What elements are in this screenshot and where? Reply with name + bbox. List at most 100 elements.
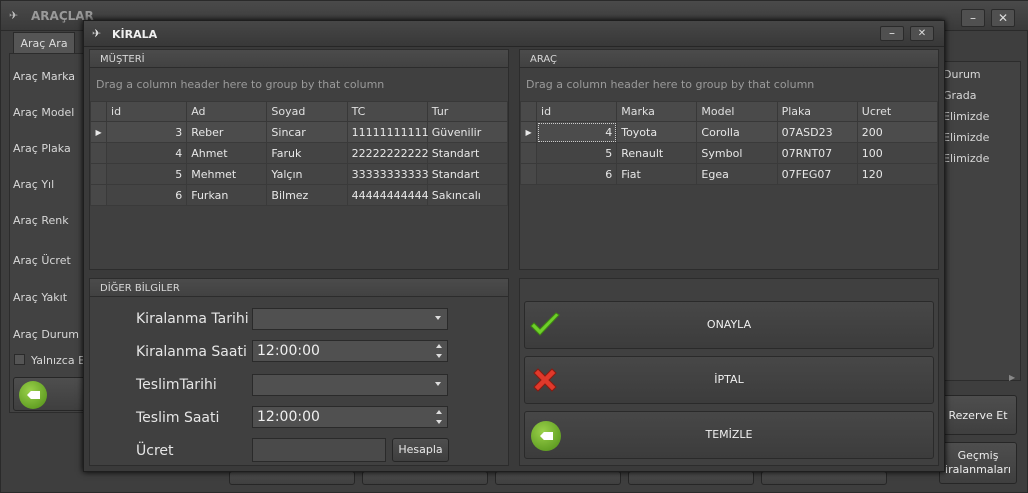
clear-icon [19,381,47,409]
cell-id[interactable]: 5 [536,142,618,164]
cell-model[interactable]: Symbol [696,142,778,164]
teslim-tarihi-label: TeslimTarihi [136,377,217,393]
spin-down-icon[interactable] [436,354,442,358]
ucret-field[interactable] [252,438,386,462]
cell-plaka[interactable]: 07FEG07 [776,163,858,185]
table-row[interactable]: 6 Fiat Egea 07FEG07 120 [519,163,939,185]
bottom-toolbar-button[interactable] [362,471,488,485]
cell-ad[interactable]: Ahmet [186,142,268,164]
reserve-button-label: Rezerve Et [948,409,1008,422]
cell-tur[interactable]: Standart [426,163,509,185]
cell-soyad[interactable]: Sincar [266,121,348,143]
cell-id[interactable]: 3 [106,121,188,143]
dialog-title: KİRALA [112,28,158,41]
column-header[interactable]: Soyad [266,101,348,122]
cell-tur[interactable]: Standart [426,142,509,164]
grid-cell: Elimizde [943,152,990,165]
ucret-label: Ücret [136,443,174,459]
column-header[interactable]: Plaka [776,101,858,122]
column-header[interactable]: Ucret [856,101,939,122]
bottom-toolbar-button[interactable] [761,471,887,485]
bottom-toolbar-button[interactable] [628,471,754,485]
table-row[interactable]: 4 Ahmet Faruk 22222222222 Standart [89,142,509,164]
dialog-close-button[interactable]: ✕ [910,26,934,41]
cell-soyad[interactable]: Bilmez [266,184,348,206]
tab-arac-ara[interactable]: Araç Ara [13,32,75,54]
kiralanma-saati-value: 12:00:00 [257,343,320,359]
cell-tc[interactable]: 44444444444 [346,184,429,206]
column-header[interactable]: Marka [616,101,698,122]
kiralanma-tarihi-picker[interactable] [252,308,448,330]
chevron-down-icon[interactable] [435,316,441,320]
temizle-button[interactable]: TEMİZLE [524,411,934,459]
bottom-toolbar-button[interactable] [229,471,355,485]
table-row[interactable]: ▶ 4 Toyota Corolla 07ASD23 200 [519,121,939,143]
group-by-hint: Drag a column header here to group by th… [96,78,385,91]
clear-search-button[interactable] [13,377,87,411]
field-label: Araç Yakıt [13,291,68,304]
cell-ucret[interactable]: 100 [856,142,939,164]
column-header[interactable]: id [536,101,618,122]
bottom-toolbar-button[interactable] [495,471,621,485]
arac-panel: ARAÇ Drag a column header here to group … [519,49,939,270]
column-header[interactable]: Tur [426,101,509,122]
close-button[interactable]: ✕ [991,9,1015,27]
cell-plaka[interactable]: 07ASD23 [776,121,858,143]
hesapla-button[interactable]: Hesapla [392,438,449,462]
table-row[interactable]: 5 Renault Symbol 07RNT07 100 [519,142,939,164]
cell-tc[interactable]: 22222222222 [346,142,429,164]
cell-marka[interactable]: Toyota [616,121,698,143]
onayla-button[interactable]: ONAYLA [524,301,934,349]
cell-ucret[interactable]: 120 [856,163,939,185]
dialog-minimize-button[interactable]: – [880,26,904,41]
spin-up-icon[interactable] [436,344,442,348]
cell-soyad[interactable]: Faruk [266,142,348,164]
current-row-icon: ▶ [519,121,538,143]
cell-plaka[interactable]: 07RNT07 [776,142,858,164]
kiralanma-saati-label: Kiralanma Saati [136,344,247,360]
kiralanma-saati-spinner[interactable]: 12:00:00 [252,340,448,362]
column-header[interactable]: TC [346,101,428,122]
only-available-checkbox[interactable] [14,354,25,365]
cell-soyad[interactable]: Yalçın [266,163,348,185]
cell-marka[interactable]: Fiat [616,163,698,185]
teslim-saati-spinner[interactable]: 12:00:00 [252,406,448,428]
reserve-button[interactable]: Rezerve Et [939,395,1017,435]
cell-tc[interactable]: 33333333333 [346,163,429,185]
history-button-label-2: iralanmaları [945,463,1011,476]
cell-ad[interactable]: Mehmet [186,163,268,185]
cell-tc[interactable]: 11111111111 [346,121,429,143]
table-row[interactable]: 6 Furkan Bilmez 44444444444 Sakıncalı [89,184,509,206]
cell-tur[interactable]: Sakıncalı [426,184,509,206]
cell-id[interactable]: 4 [536,121,618,143]
cell-ucret[interactable]: 200 [856,121,939,143]
column-header[interactable]: id [106,101,188,122]
chevron-down-icon[interactable] [435,382,441,386]
cell-model[interactable]: Corolla [696,121,778,143]
column-header[interactable]: Model [696,101,778,122]
minimize-button[interactable]: – [961,9,985,27]
column-header[interactable]: Ad [186,101,268,122]
cell-id[interactable]: 5 [106,163,188,185]
history-button[interactable]: Geçmiş iralanmaları [939,442,1017,484]
cell-ad[interactable]: Furkan [186,184,268,206]
cell-id[interactable]: 6 [536,163,618,185]
teslim-tarihi-picker[interactable] [252,374,448,396]
cell-id[interactable]: 4 [106,142,188,164]
row-indicator [519,142,538,164]
cell-marka[interactable]: Renault [616,142,698,164]
group-by-hint: Drag a column header here to group by th… [526,78,815,91]
iptal-button[interactable]: İPTAL [524,356,934,404]
table-row[interactable]: ▶ 3 Reber Sincar 11111111111 Güvenilir [89,121,509,143]
cell-id[interactable]: 6 [106,184,188,206]
cell-tur[interactable]: Güvenilir [426,121,509,143]
iptal-label: İPTAL [714,373,744,386]
cell-ad[interactable]: Reber [186,121,268,143]
spin-up-icon[interactable] [436,410,442,414]
cell-model[interactable]: Egea [696,163,778,185]
car-icon: ✈ [9,9,19,22]
musteri-panel: MÜŞTERİ Drag a column header here to gro… [89,49,509,270]
scroll-right-arrow[interactable]: ▶ [1009,373,1015,382]
spin-down-icon[interactable] [436,420,442,424]
table-row[interactable]: 5 Mehmet Yalçın 33333333333 Standart [89,163,509,185]
